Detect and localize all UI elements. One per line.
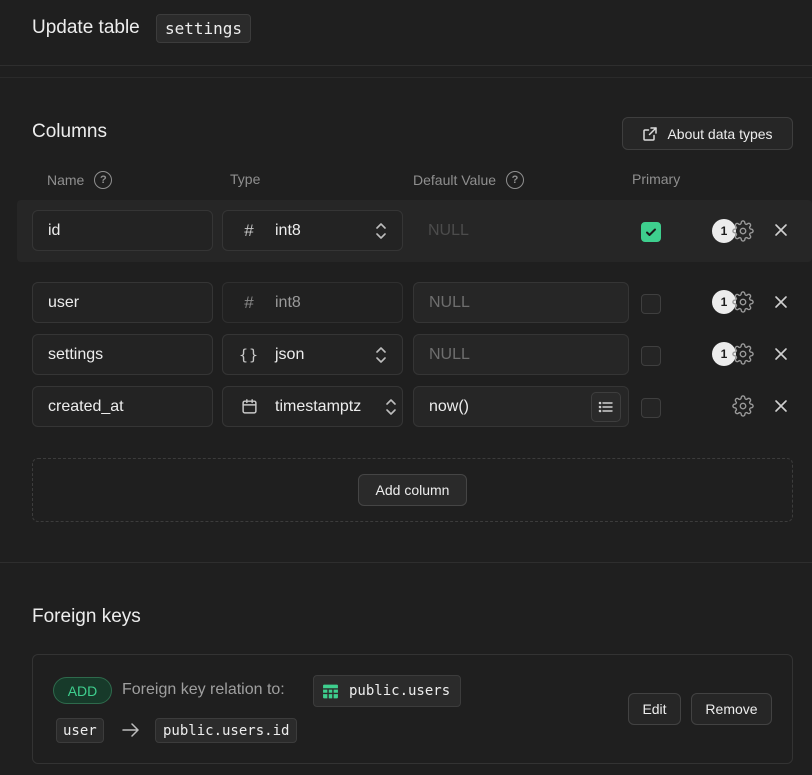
column-type-value: int8 — [275, 293, 301, 311]
check-icon — [646, 228, 656, 236]
column-type-value: json — [275, 345, 305, 363]
column-name-input[interactable]: created_at — [32, 386, 213, 427]
about-data-types-label: About data types — [667, 125, 773, 142]
column-name-input[interactable]: id — [32, 210, 213, 251]
foreign-keys-section-title: Foreign keys — [32, 606, 141, 627]
add-column-button[interactable]: Add column — [358, 474, 467, 506]
foreign-key-target-column: public.users.id — [155, 718, 298, 743]
table-name-chip: settings — [156, 14, 252, 43]
foreign-key-target-table-label: public.users — [349, 683, 451, 699]
braces-icon: {} — [238, 345, 260, 364]
hash-icon: # — [244, 292, 254, 312]
gear-icon[interactable] — [732, 395, 754, 417]
column-header-default-label: Default Value — [413, 172, 497, 188]
close-icon[interactable] — [773, 222, 789, 238]
remove-button[interactable]: Remove — [691, 693, 772, 725]
column-type-value: int8 — [275, 221, 301, 239]
chevron-up-down-icon — [374, 345, 388, 365]
default-value-input: NULL — [413, 210, 629, 251]
about-data-types-button[interactable]: About data types — [622, 117, 793, 150]
default-value-placeholder: NULL — [429, 293, 470, 311]
column-name-input[interactable]: settings — [32, 334, 213, 375]
hash-icon: # — [244, 220, 254, 240]
column-header-primary: Primary — [632, 171, 680, 187]
status-badge: ADD — [53, 677, 112, 704]
column-name-value: settings — [48, 345, 104, 363]
column-name-value: user — [48, 293, 80, 311]
column-type-select[interactable]: {} json — [222, 334, 403, 375]
calendar-icon — [240, 398, 258, 416]
table-icon — [323, 684, 338, 699]
list-icon — [598, 401, 613, 413]
column-type-select[interactable]: timestamptz — [222, 386, 403, 427]
column-type-select: # int8 — [222, 282, 403, 323]
columns-section-title: Columns — [32, 121, 107, 142]
gear-icon[interactable] — [732, 343, 754, 365]
primary-checkbox[interactable] — [641, 294, 661, 314]
default-value-text: now() — [429, 397, 470, 415]
column-header-type-label: Type — [230, 171, 261, 187]
divider — [0, 562, 812, 563]
divider — [0, 77, 812, 78]
arrow-right-icon — [122, 723, 139, 737]
column-header-name: Name ? — [47, 171, 113, 189]
column-type-select[interactable]: # int8 — [222, 210, 403, 251]
edit-button[interactable]: Edit — [628, 693, 681, 725]
column-name-input[interactable]: user — [32, 282, 213, 323]
panel-header: Update table settings — [0, 0, 812, 66]
default-value-input[interactable]: now() — [413, 386, 629, 427]
default-value-placeholder: NULL — [428, 221, 469, 239]
help-icon[interactable]: ? — [506, 171, 525, 189]
primary-checkbox[interactable] — [641, 222, 661, 242]
column-name-value: id — [48, 221, 61, 239]
gear-icon[interactable] — [732, 291, 754, 313]
foreign-key-target-table: public.users — [313, 675, 462, 707]
page-title: Update table — [32, 17, 140, 38]
default-value-input[interactable]: NULL — [413, 334, 629, 375]
default-value-placeholder: NULL — [429, 345, 470, 363]
chevron-up-down-icon — [384, 397, 398, 417]
column-header-default-value: Default Value ? — [413, 171, 525, 189]
close-icon[interactable] — [773, 294, 789, 310]
gear-icon[interactable] — [732, 220, 754, 242]
foreign-key-source-column: user — [56, 718, 104, 743]
column-name-value: created_at — [48, 397, 124, 415]
primary-checkbox[interactable] — [641, 346, 661, 366]
column-type-value: timestamptz — [275, 397, 362, 415]
default-value-input[interactable]: NULL — [413, 282, 629, 323]
close-icon[interactable] — [773, 346, 789, 362]
chevron-up-down-icon — [374, 221, 388, 241]
foreign-key-relation-text: Foreign key relation to: — [122, 681, 285, 698]
suggestions-list-button[interactable] — [591, 392, 621, 422]
help-icon[interactable]: ? — [94, 171, 113, 189]
external-link-icon — [643, 126, 658, 141]
column-header-type: Type — [230, 171, 260, 187]
column-header-name-label: Name — [47, 172, 85, 188]
primary-checkbox[interactable] — [641, 398, 661, 418]
column-header-primary-label: Primary — [632, 171, 681, 187]
close-icon[interactable] — [773, 398, 789, 414]
